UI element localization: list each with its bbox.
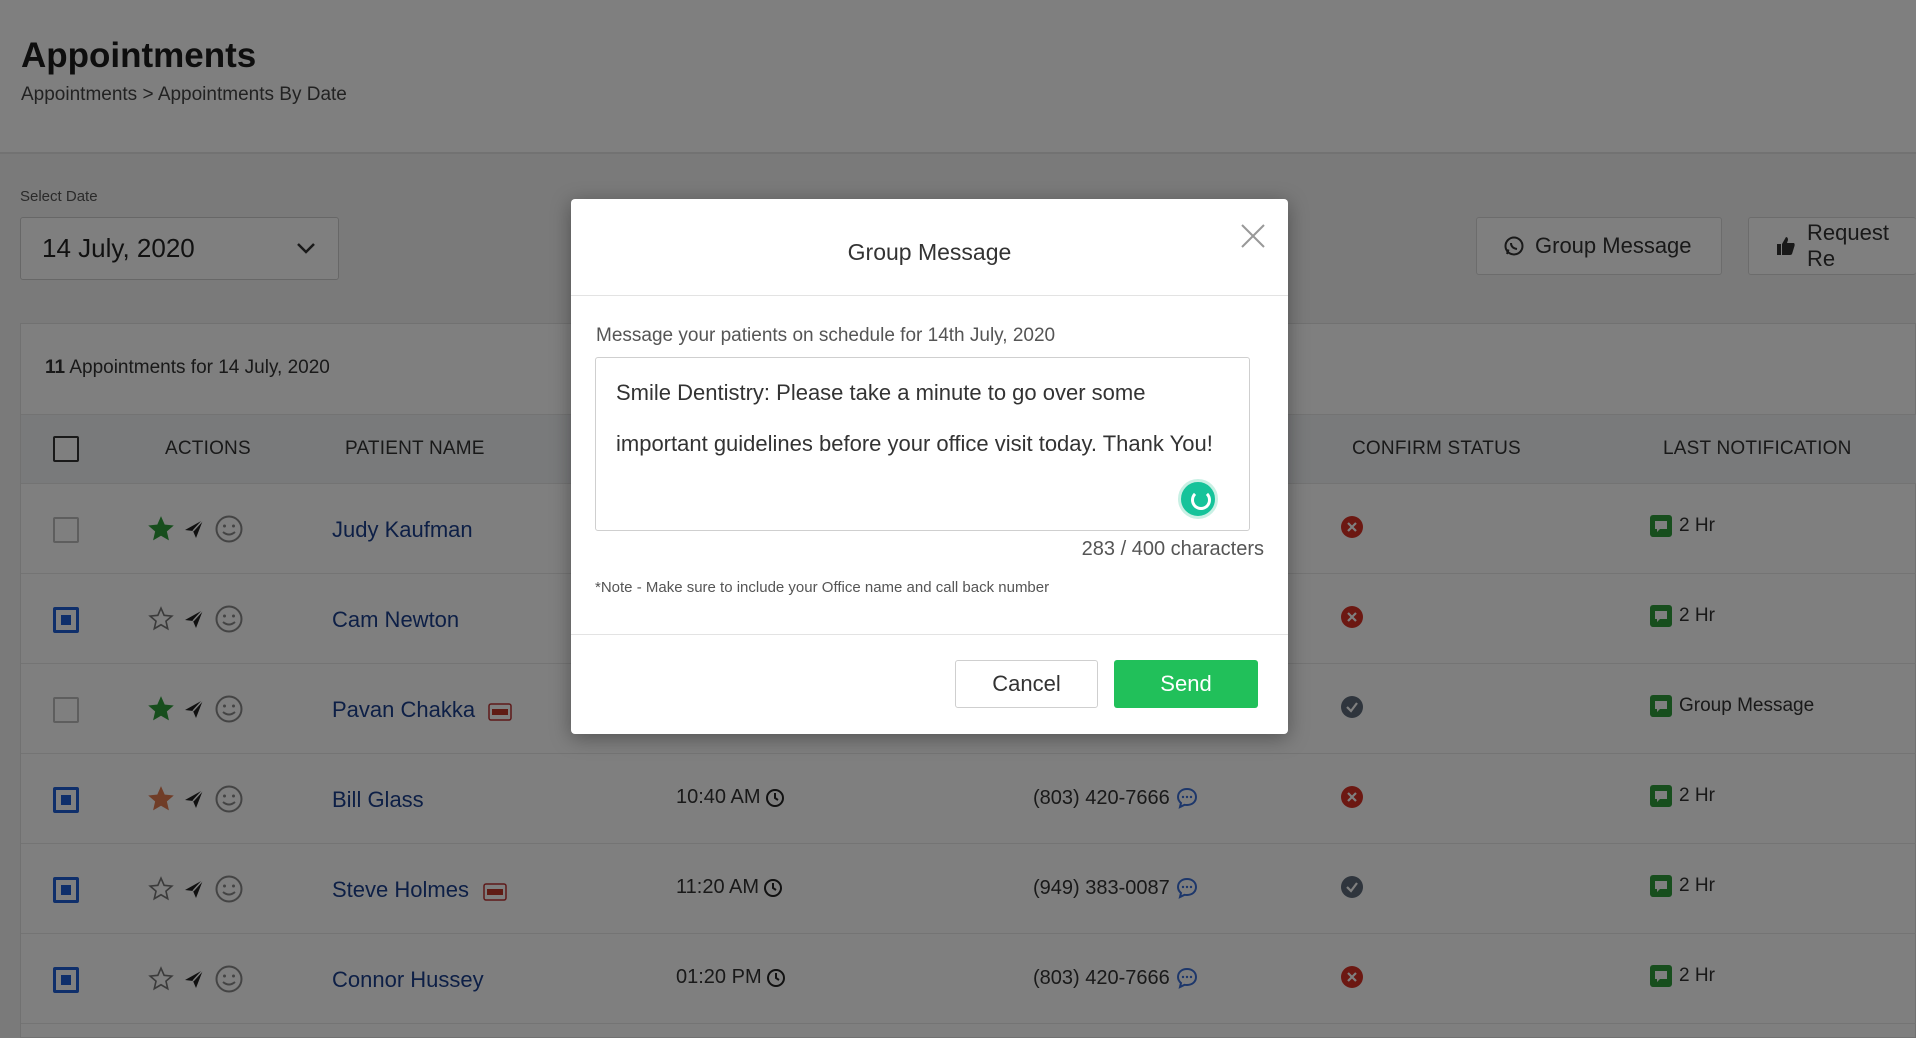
appointments-page: Appointments Appointments > Appointments… xyxy=(0,0,1916,1038)
modal-intro-text: Message your patients on schedule for 14… xyxy=(596,325,1056,346)
modal-title: Group Message xyxy=(847,239,1012,265)
grammarly-icon[interactable] xyxy=(1178,479,1218,519)
modal-footer-divider xyxy=(571,634,1288,635)
close-icon[interactable] xyxy=(1238,221,1268,251)
group-message-modal: Group Message Message your patients on s… xyxy=(571,199,1288,734)
cancel-button[interactable]: Cancel xyxy=(955,660,1098,708)
modal-note: *Note - Make sure to include your Office… xyxy=(595,579,1050,596)
send-button[interactable]: Send xyxy=(1114,660,1258,708)
character-count: 283 / 400 characters xyxy=(1081,538,1264,560)
modal-header: Group Message xyxy=(571,199,1288,296)
message-textarea[interactable]: Smile Dentistry: Please take a minute to… xyxy=(595,357,1250,531)
